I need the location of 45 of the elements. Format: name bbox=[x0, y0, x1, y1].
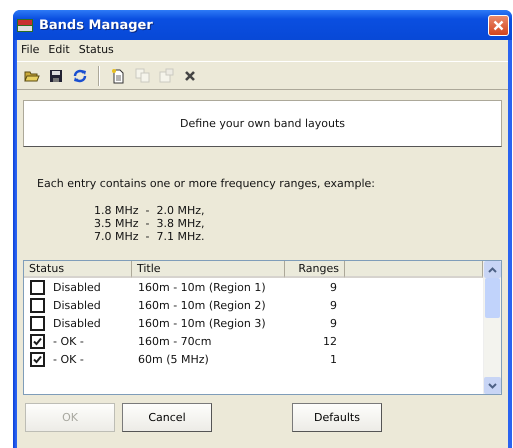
column-header[interactable]: Status bbox=[24, 261, 132, 278]
example-line: 3.5 MHz - 3.8 MHz, bbox=[94, 217, 206, 230]
title-cell-text: 160m - 10m (Region 1) bbox=[137, 280, 267, 294]
new-document-icon[interactable] bbox=[110, 68, 126, 84]
example-line: 1.8 MHz - 2.0 MHz, bbox=[94, 204, 206, 217]
ranges-cell-text: 12 bbox=[322, 334, 338, 348]
column-header[interactable]: Title bbox=[132, 261, 285, 278]
refresh-icon[interactable] bbox=[72, 68, 88, 84]
dialog-button[interactable]: Cancel bbox=[122, 403, 212, 432]
vertical-scrollbar[interactable] bbox=[483, 261, 501, 394]
title-cell-text: 160m - 70cm bbox=[137, 334, 212, 348]
status-text: Disabled bbox=[53, 316, 101, 330]
column-header[interactable]: Ranges bbox=[285, 261, 345, 278]
title-cell-text: 60m (5 MHz) bbox=[137, 352, 210, 366]
checkbox[interactable] bbox=[30, 352, 45, 366]
description-text: Each entry contains one or more frequency ranges, example: bbox=[37, 177, 376, 190]
dialog-button[interactable]: Defaults bbox=[292, 403, 382, 432]
save-icon[interactable] bbox=[49, 68, 63, 82]
app-icon bbox=[17, 18, 33, 32]
ranges-cell-text: 9 bbox=[329, 280, 338, 294]
delete-icon[interactable] bbox=[184, 70, 196, 82]
title-cell-text: 160m - 10m (Region 2) bbox=[137, 298, 267, 312]
window-title: Bands Manager bbox=[39, 18, 154, 32]
scroll-down-icon[interactable] bbox=[488, 382, 497, 388]
status-text: Disabled bbox=[53, 298, 101, 312]
title-cell-text: 160m - 10m (Region 3) bbox=[137, 316, 267, 330]
ranges-cell-text: 9 bbox=[329, 316, 338, 330]
menu-item[interactable]: File bbox=[21, 43, 40, 58]
close-icon bbox=[493, 20, 504, 30]
ranges-cell-text: 9 bbox=[329, 298, 338, 312]
menu-item[interactable]: Status bbox=[78, 43, 114, 58]
ranges-cell-text: 1 bbox=[329, 352, 338, 366]
status-text: - OK - bbox=[53, 334, 84, 348]
status-text: Disabled bbox=[53, 280, 101, 294]
status-text: - OK - bbox=[53, 352, 84, 366]
checkbox[interactable] bbox=[30, 334, 45, 348]
checkbox[interactable] bbox=[30, 316, 45, 330]
close-button[interactable] bbox=[488, 14, 509, 36]
banner-heading: Define your own band layouts bbox=[23, 100, 502, 147]
example-line: 7.0 MHz - 7.1 MHz. bbox=[94, 230, 206, 243]
scroll-up-icon[interactable] bbox=[488, 266, 497, 272]
checkbox[interactable] bbox=[30, 280, 45, 294]
menu-item[interactable]: Edit bbox=[48, 43, 70, 58]
open-folder-icon[interactable] bbox=[24, 68, 40, 82]
checkbox[interactable] bbox=[30, 298, 45, 312]
